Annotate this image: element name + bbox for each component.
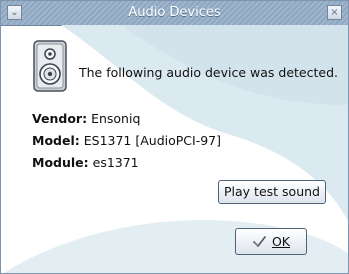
model-row: Model: ES1371 [AudioPCI-97] xyxy=(32,133,221,148)
model-label: Model: xyxy=(32,133,80,148)
checkmark-icon xyxy=(253,236,266,247)
module-row: Module: es1371 xyxy=(32,155,139,170)
model-value: ES1371 [AudioPCI-97] xyxy=(83,133,222,148)
ok-button[interactable]: OK xyxy=(235,228,307,255)
close-icon: × xyxy=(330,7,339,18)
title-bar[interactable]: ⌄ Audio Devices × xyxy=(1,1,348,26)
ok-label: OK xyxy=(271,234,291,249)
module-value: es1371 xyxy=(92,155,139,170)
window-title: Audio Devices xyxy=(128,5,221,20)
vendor-value: Ensoniq xyxy=(91,111,141,126)
speaker-icon xyxy=(33,40,67,92)
vendor-label: Vendor: xyxy=(32,111,88,126)
audio-devices-dialog: ⌄ Audio Devices × The following audio de… xyxy=(0,0,349,274)
vendor-row: Vendor: Ensoniq xyxy=(32,111,140,126)
detected-message: The following audio device was detected. xyxy=(79,65,338,80)
play-test-sound-button[interactable]: Play test sound xyxy=(218,180,326,204)
module-label: Module: xyxy=(32,155,89,170)
close-button[interactable]: × xyxy=(327,5,342,20)
